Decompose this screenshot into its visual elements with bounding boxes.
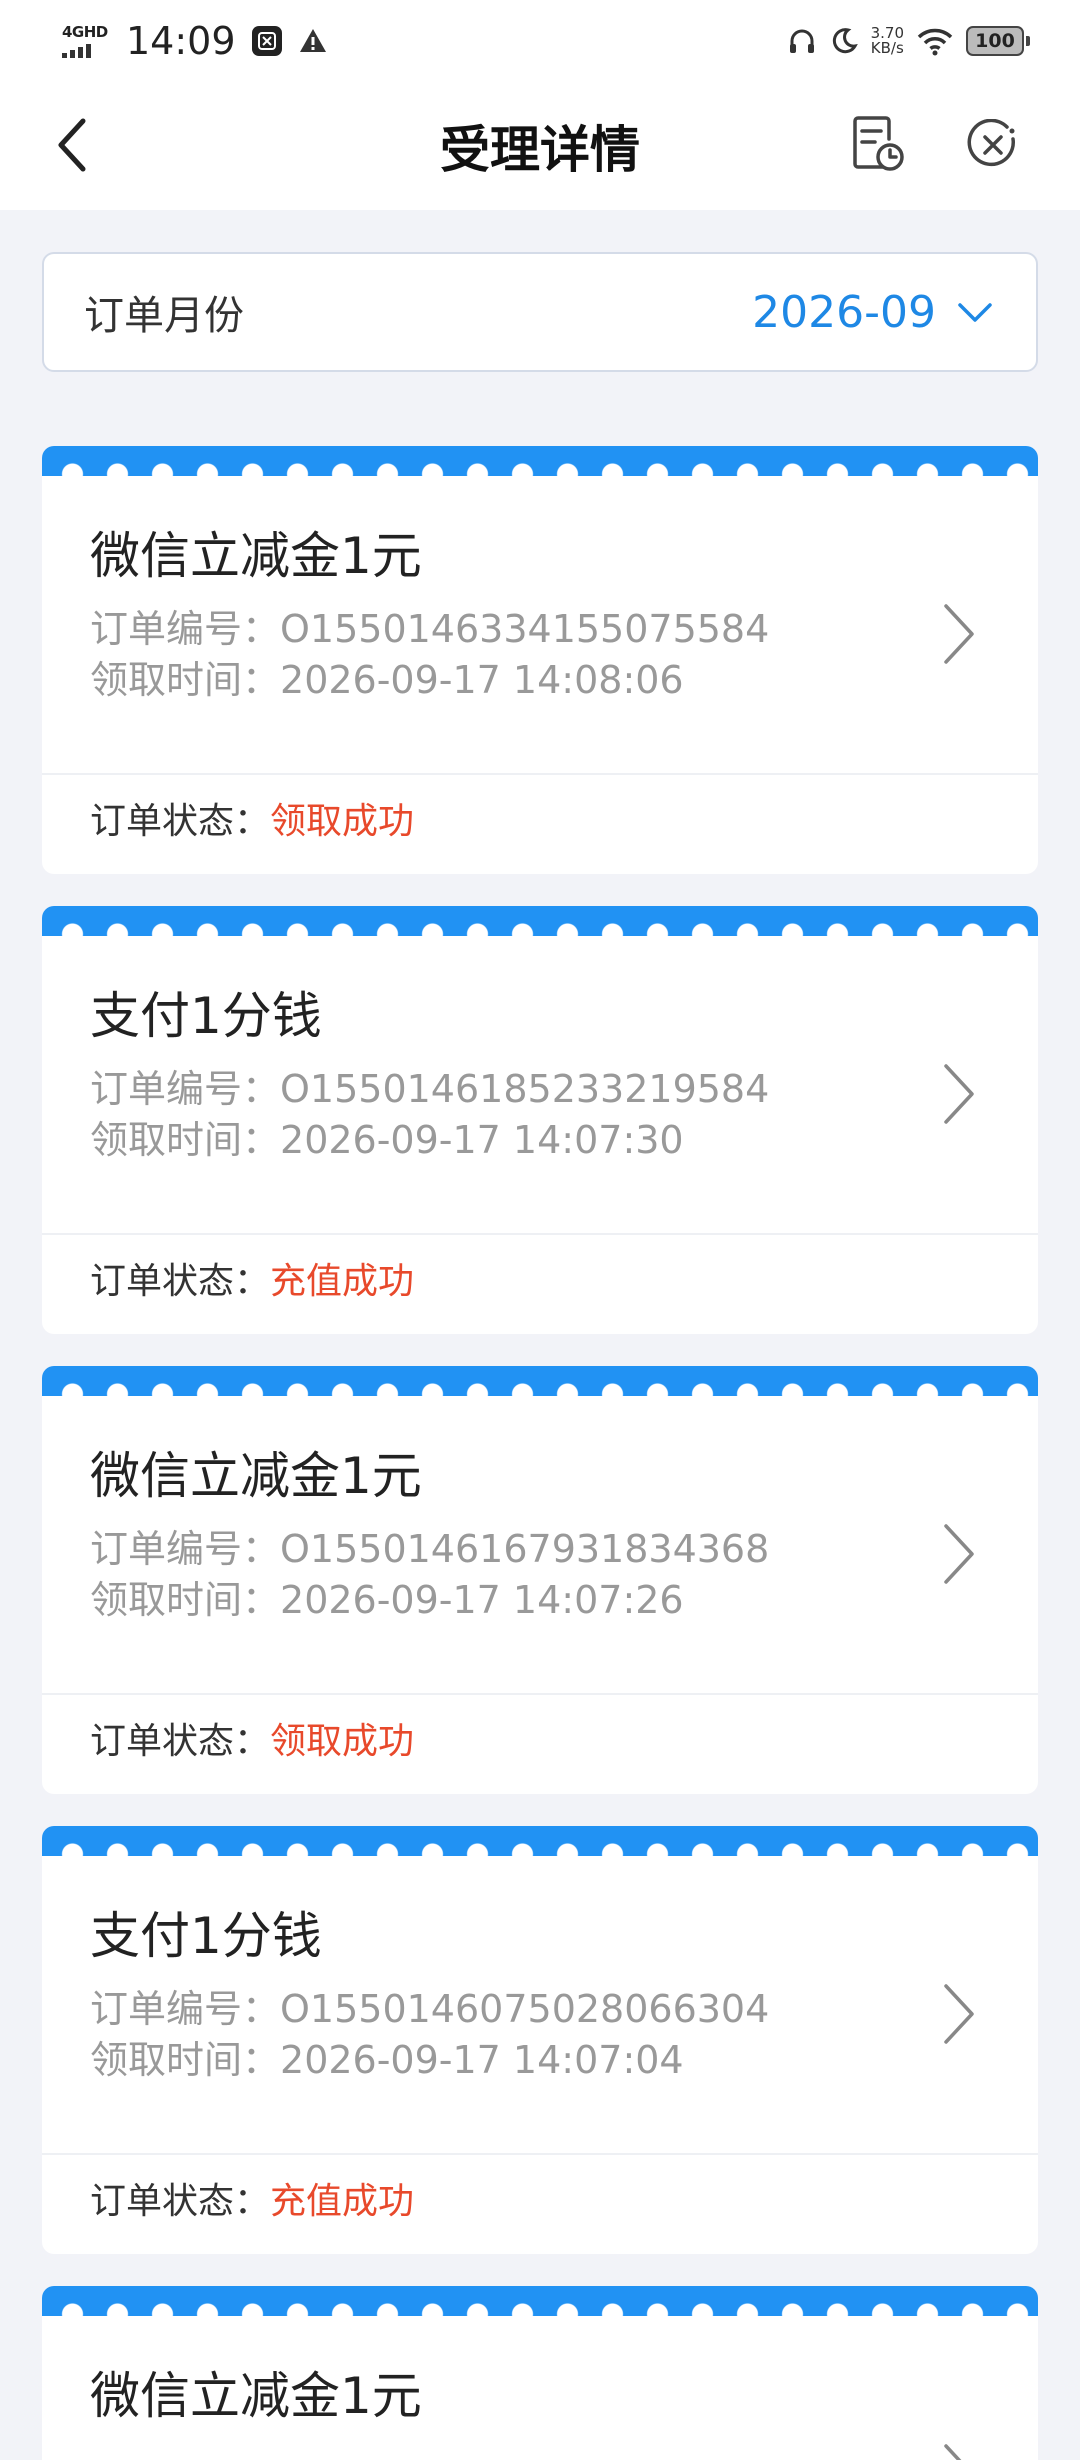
status-time: 14:09 <box>126 19 236 63</box>
network-indicator: 4GHD <box>62 24 110 58</box>
close-button[interactable] <box>960 112 1026 178</box>
moon-icon <box>832 28 858 54</box>
receive-time-row: 领取时间：2026-09-17 14:07:26 <box>90 1576 684 1624</box>
chevron-left-icon <box>58 118 86 172</box>
chevron-right-icon <box>928 2434 988 2460</box>
chevron-right-icon <box>928 594 988 674</box>
screen: 4GHD 14:09 3.70 KB/s 100 受理详情 订单月份 2026-… <box>0 0 1080 2460</box>
history-button[interactable] <box>845 112 911 178</box>
order-status-label: 订单状态： <box>90 1721 271 1762</box>
order-card[interactable]: 微信立减金1元 订单编号：O1550146334155075584 领取时间：2… <box>42 446 1038 874</box>
card-divider <box>42 1693 1038 1695</box>
order-number-label: 订单编号： <box>90 1987 281 2031</box>
order-number-row: 订单编号：O1550146075028066304 <box>90 1985 769 2033</box>
chevron-right-icon <box>928 1054 988 1134</box>
receive-time-label: 领取时间： <box>90 658 281 702</box>
receive-time-row: 领取时间：2026-09-17 14:07:30 <box>90 1116 684 1164</box>
order-status-label: 订单状态： <box>90 2181 271 2222</box>
order-status-label: 订单状态： <box>90 801 271 842</box>
order-title: 微信立减金1元 <box>90 1447 422 1505</box>
order-status-row: 订单状态：领取成功 <box>90 1718 414 1766</box>
card-header-strip <box>42 1366 1038 1404</box>
order-card[interactable]: 支付1分钱 订单编号：O1550146075028066304 领取时间：202… <box>42 1826 1038 2254</box>
chevron-right-icon <box>928 1514 988 1594</box>
nav-bar: 受理详情 <box>0 82 1080 210</box>
order-status-row: 订单状态：充值成功 <box>90 2178 414 2226</box>
order-number-row: 订单编号：O1550146334155075584 <box>90 605 769 653</box>
order-status: 领取成功 <box>270 801 415 842</box>
close-circle-icon <box>967 119 1016 167</box>
order-number-row: 订单编号：O1550146185233219584 <box>90 1065 769 1113</box>
order-title: 微信立减金1元 <box>90 2367 422 2425</box>
order-status: 领取成功 <box>270 1721 415 1762</box>
chevron-right-icon <box>928 1974 988 2054</box>
receive-time-row: 领取时间：2026-09-17 14:07:04 <box>90 2036 684 2084</box>
receive-time-row: 领取时间：2026-09-17 14:08:06 <box>90 656 684 704</box>
chevron-down-icon <box>954 291 996 333</box>
receive-time-label: 领取时间： <box>90 1578 281 1622</box>
card-header-strip <box>42 446 1038 484</box>
card-header-strip <box>42 2286 1038 2324</box>
page-title: 受理详情 <box>440 121 640 179</box>
order-month-label: 订单月份 <box>84 293 244 339</box>
signal-icon <box>62 42 91 58</box>
receive-time: 2026-09-17 14:07:30 <box>280 1118 684 1162</box>
card-divider <box>42 773 1038 775</box>
order-number: O1550146334155075584 <box>280 607 770 651</box>
speed-unit: KB/s <box>870 39 904 57</box>
back-button[interactable] <box>40 112 106 178</box>
order-status-row: 订单状态：领取成功 <box>90 798 414 846</box>
order-title: 支付1分钱 <box>90 987 322 1045</box>
card-header-strip <box>42 1826 1038 1864</box>
order-number-label: 订单编号： <box>90 1067 281 1111</box>
receive-time: 2026-09-17 14:08:06 <box>280 658 684 702</box>
order-month-value: 2026-09 <box>752 286 936 338</box>
order-card[interactable]: 微信立减金1元 订单编号：O1550146167931834368 领取时间：2… <box>42 1366 1038 1794</box>
card-divider <box>42 2153 1038 2155</box>
status-bar: 4GHD 14:09 3.70 KB/s 100 <box>0 0 1080 82</box>
order-number-label: 订单编号： <box>90 1527 281 1571</box>
document-clock-icon <box>853 116 904 171</box>
order-title: 支付1分钱 <box>90 1907 322 1965</box>
order-status: 充值成功 <box>270 2181 415 2222</box>
order-number: O1550146075028066304 <box>280 1987 770 2031</box>
network-speed: 3.70 KB/s <box>871 26 904 56</box>
headphones-icon <box>789 29 814 53</box>
battery-icon: 100 <box>966 26 1030 56</box>
card-divider <box>42 1233 1038 1235</box>
order-status-label: 订单状态： <box>90 1261 271 1302</box>
order-number: O1550146167931834368 <box>280 1527 770 1571</box>
order-card[interactable]: 微信立减金1元 <box>42 2286 1038 2460</box>
order-status: 充值成功 <box>270 1261 415 1302</box>
app-notification-icon <box>251 26 282 56</box>
order-status-row: 订单状态：充值成功 <box>90 1258 414 1306</box>
battery-level: 100 <box>975 30 1015 52</box>
order-title: 微信立减金1元 <box>90 527 422 585</box>
wifi-icon <box>917 28 953 56</box>
receive-time: 2026-09-17 14:07:04 <box>280 2038 684 2082</box>
order-month-selector[interactable]: 订单月份 2026-09 <box>42 252 1038 372</box>
receive-time: 2026-09-17 14:07:26 <box>280 1578 684 1622</box>
receive-time-label: 领取时间： <box>90 2038 281 2082</box>
order-number-row: 订单编号：O1550146167931834368 <box>90 1525 769 1573</box>
order-number: O1550146185233219584 <box>280 1067 770 1111</box>
card-header-strip <box>42 906 1038 944</box>
warning-icon <box>299 29 326 52</box>
receive-time-label: 领取时间： <box>90 1118 281 1162</box>
network-type: 4GHD <box>62 23 108 41</box>
order-card[interactable]: 支付1分钱 订单编号：O1550146185233219584 领取时间：202… <box>42 906 1038 1334</box>
order-number-label: 订单编号： <box>90 607 281 651</box>
